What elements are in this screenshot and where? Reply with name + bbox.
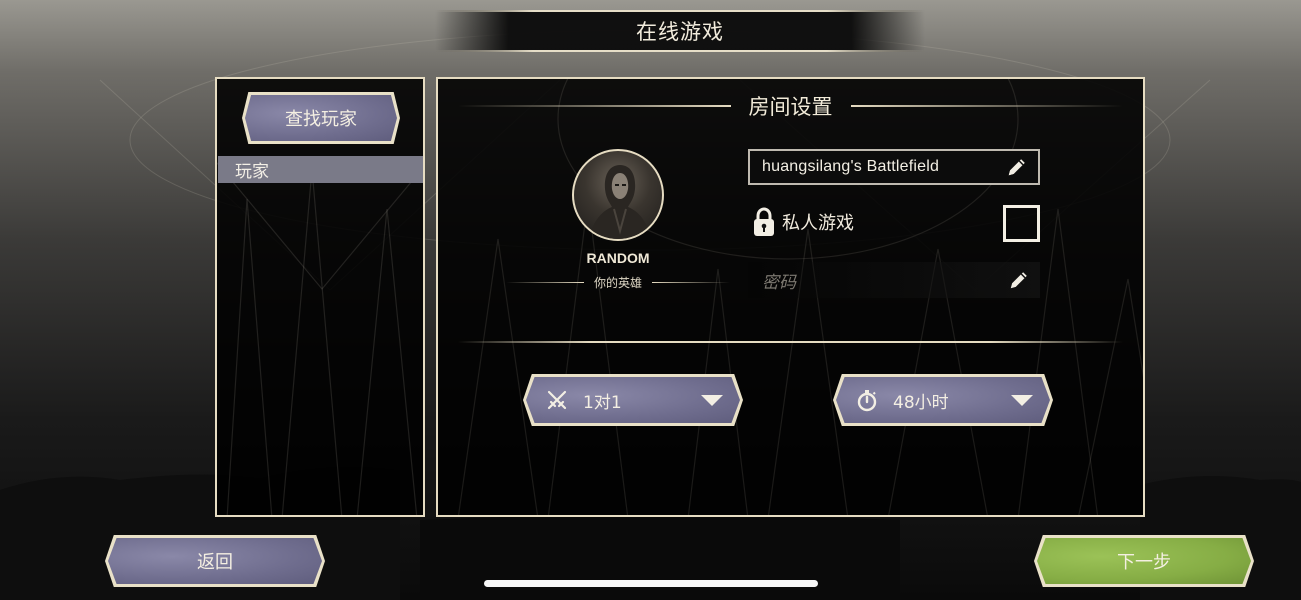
divider <box>458 341 1123 343</box>
crossed-swords-icon <box>547 390 567 410</box>
chevron-down-icon <box>1011 394 1033 406</box>
room-name-field[interactable]: huangsilang's Battlefield <box>748 149 1040 185</box>
turn-duration-select[interactable]: 48小时 <box>833 374 1053 426</box>
hooded-figure-icon <box>588 165 652 239</box>
find-players-button[interactable]: 查找玩家 <box>242 92 400 144</box>
next-label: 下一步 <box>1117 552 1171 573</box>
room-name-value: huangsilang's Battlefield <box>762 158 940 175</box>
home-indicator[interactable] <box>484 580 818 587</box>
hero-avatar[interactable] <box>572 149 664 241</box>
game-mode-select[interactable]: 1对1 <box>523 374 743 426</box>
page-title: 在线游戏 <box>636 20 724 44</box>
private-game-label: 私人游戏 <box>782 213 854 234</box>
private-game-checkbox[interactable] <box>1003 205 1040 242</box>
room-settings-header: 房间设置 <box>458 91 1123 121</box>
room-settings-title: 房间设置 <box>748 95 833 119</box>
hero-name: RANDOM <box>586 250 650 266</box>
pencil-icon[interactable] <box>1006 156 1028 178</box>
hero-caption-row: 你的英雄 <box>498 273 738 291</box>
private-game-row: 私人游戏 <box>752 205 854 239</box>
list-item[interactable]: 玩家 <box>218 156 423 183</box>
turn-duration-value: 48小时 <box>893 392 949 413</box>
hero-caption: 你的英雄 <box>593 275 642 290</box>
panel-decoration <box>457 79 1143 515</box>
chevron-down-icon <box>701 394 723 406</box>
players-panel: 查找玩家 玩家 <box>215 77 425 517</box>
find-players-label: 查找玩家 <box>285 109 357 130</box>
room-settings-panel: 房间设置 RANDOM 你的英雄 huangsilang's Battlefie… <box>436 77 1145 517</box>
password-placeholder: 密码 <box>762 272 796 293</box>
title-banner: 在线游戏 <box>435 10 925 52</box>
password-field[interactable]: 密码 <box>748 262 1040 298</box>
back-label: 返回 <box>197 552 233 573</box>
stopwatch-icon <box>857 390 877 412</box>
game-mode-value: 1对1 <box>583 392 622 413</box>
next-button[interactable]: 下一步 <box>1034 535 1254 587</box>
player-list-label: 玩家 <box>235 162 269 182</box>
lock-icon <box>754 207 774 236</box>
panel-decoration <box>217 162 423 515</box>
pencil-icon[interactable] <box>1008 269 1030 291</box>
back-button[interactable]: 返回 <box>105 535 325 587</box>
